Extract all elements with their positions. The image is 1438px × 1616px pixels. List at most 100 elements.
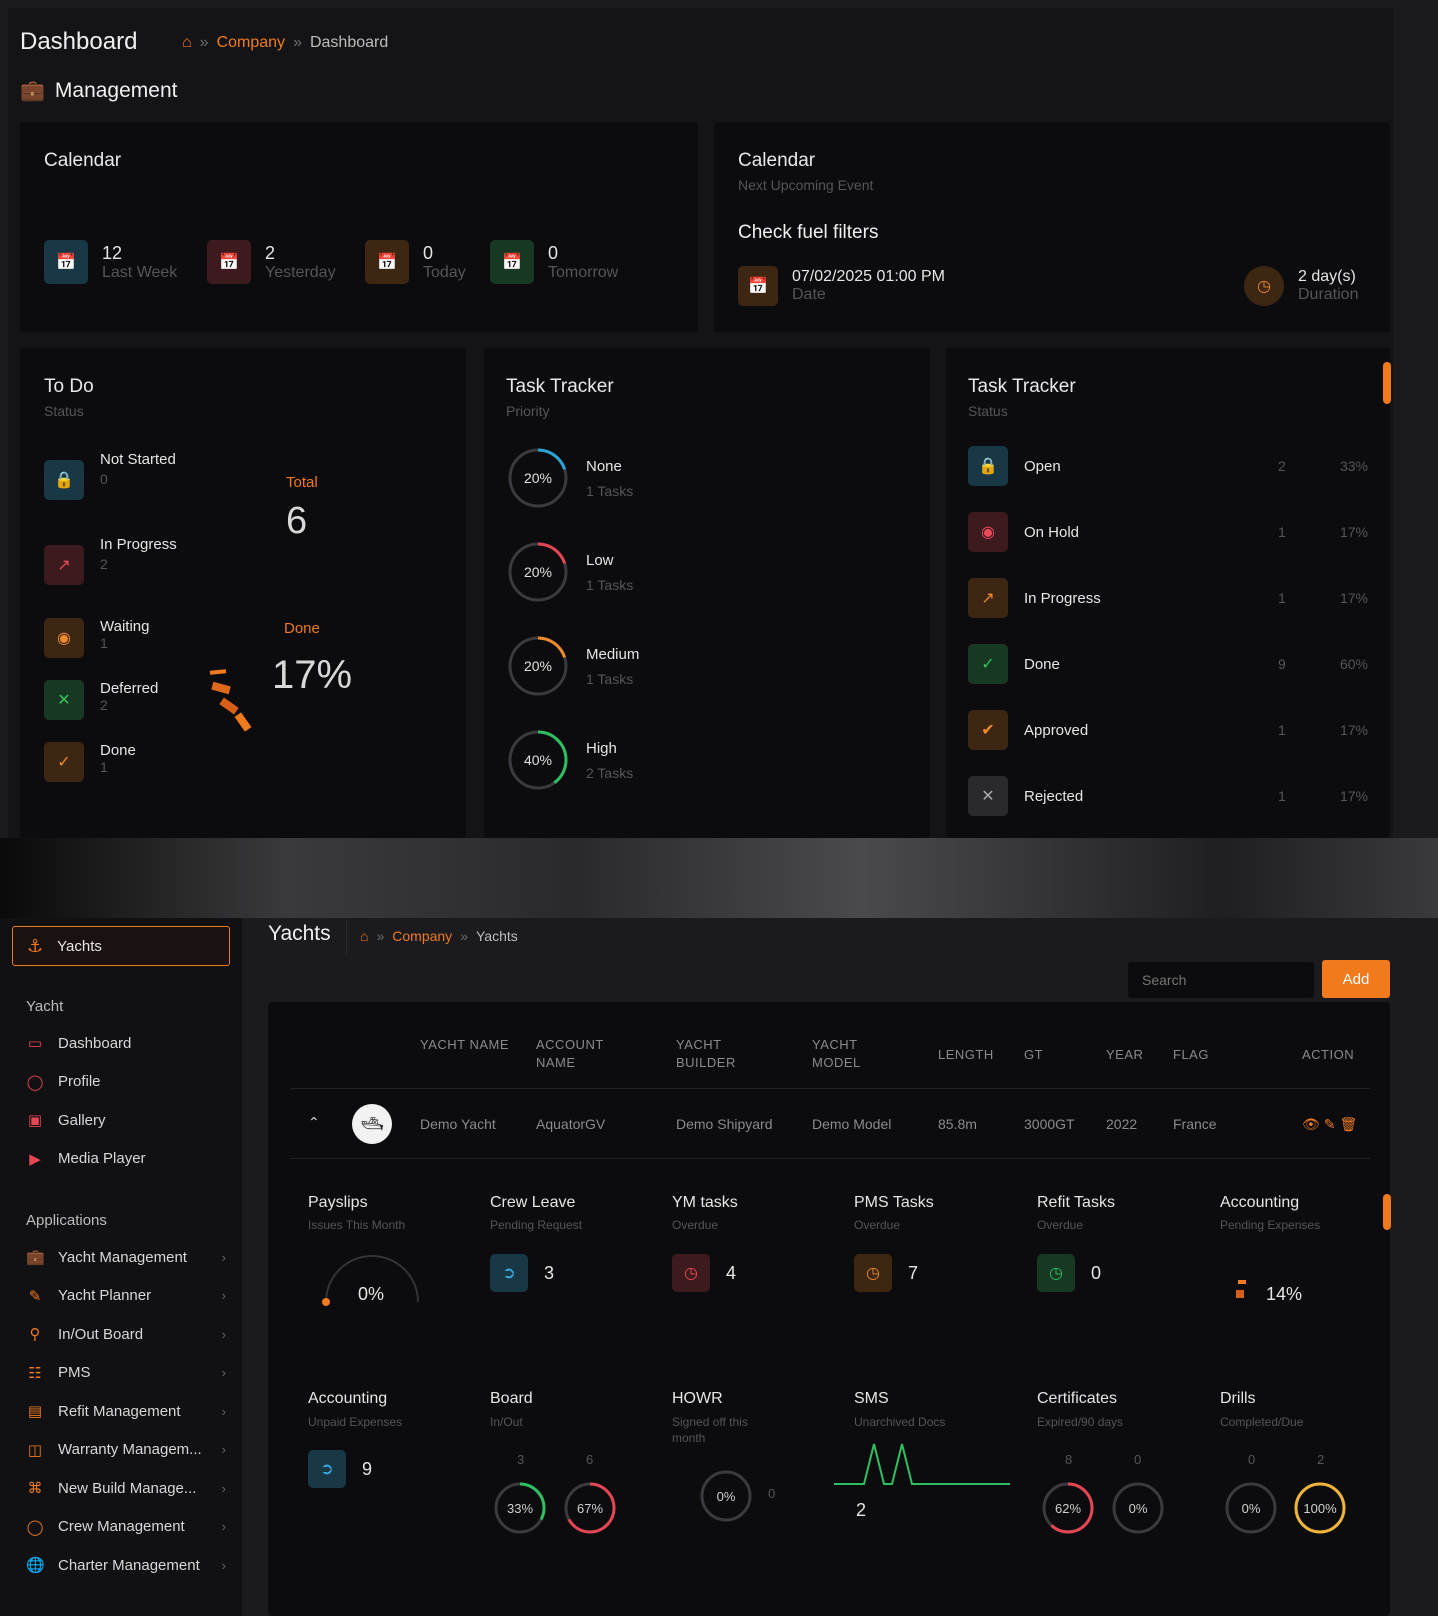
monitor-icon: ▭ <box>27 1035 43 1052</box>
sidebar-item[interactable]: ◯ Profile <box>26 1073 226 1091</box>
payslips-gauge <box>318 1250 428 1315</box>
widget-value: 4 <box>726 1262 737 1283</box>
breadcrumb-current: Yachts <box>475 928 518 944</box>
ring-count: 8 <box>1065 1452 1073 1467</box>
view-icon[interactable]: 👁 <box>1302 1116 1320 1133</box>
chevron-right-icon: › <box>221 1249 226 1265</box>
widget-value: 7 <box>908 1262 919 1283</box>
widget-subtitle: Overdue <box>672 1218 719 1232</box>
event-title: Check fuel filters <box>738 222 879 243</box>
sidebar-item[interactable]: 💼 Yacht Management › <box>26 1248 226 1267</box>
widget-subtitle: In/Out <box>490 1415 523 1429</box>
priority-ring: 20% <box>506 446 570 510</box>
status-count: 9 <box>1278 656 1286 672</box>
howr-ring: 0% <box>698 1468 754 1529</box>
sidebar-item-label: PMS <box>58 1364 91 1381</box>
ring-count: 0 <box>1248 1452 1256 1467</box>
priority-ring: 20% <box>506 634 570 698</box>
priority-ring: 20% <box>506 540 570 604</box>
search-input[interactable] <box>1128 962 1314 998</box>
pause-circle-icon: ◉ <box>968 512 1008 552</box>
sidebar-item[interactable]: ▭ Dashboard <box>26 1034 226 1053</box>
chevron-right-icon: › <box>221 1403 226 1419</box>
chevron-double-icon: » <box>199 34 209 51</box>
widget-value: 9 <box>362 1458 373 1479</box>
delete-icon[interactable]: 🗑 <box>1340 1116 1358 1133</box>
sidebar-item-label: Crew Management <box>58 1518 185 1535</box>
sidebar-item-label: Yacht Management <box>58 1248 187 1266</box>
section-title: Management <box>54 78 178 102</box>
widget-title: Certificates <box>1037 1390 1118 1407</box>
sidebar-item-label: Refit Management <box>58 1402 181 1420</box>
sidebar-item[interactable]: ▶ Media Player <box>26 1150 226 1168</box>
table-header: YACHT MODEL <box>812 1037 861 1070</box>
sidebar-item[interactable]: ◯ Crew Management › <box>26 1518 226 1536</box>
widget-title: Crew Leave <box>490 1194 576 1211</box>
clock-icon: ◷ <box>1244 266 1284 306</box>
widget-title: Drills <box>1220 1390 1256 1407</box>
ring-count: 3 <box>517 1452 525 1467</box>
priority-label: High <box>586 739 617 757</box>
status-label: Approved <box>1024 721 1089 739</box>
chevron-right-icon: › <box>221 1365 226 1380</box>
sidebar-item[interactable]: ⌘ New Build Manage... › <box>26 1479 227 1498</box>
scrollbar-thumb[interactable] <box>1383 1194 1391 1230</box>
sidebar-item[interactable]: ✎ Yacht Planner › <box>26 1287 226 1305</box>
home-icon[interactable]: ⌂ <box>360 928 368 944</box>
sidebar-item[interactable]: 🌐 Charter Management › <box>26 1556 226 1575</box>
task-priority-card: Task Tracker Priority 20% None 1 Tasks 20%… <box>484 348 930 838</box>
card-title: Task Tracker <box>968 376 1076 397</box>
chevron-right-icon: › <box>221 1480 226 1496</box>
check-circle-icon: ✓ <box>968 644 1008 684</box>
close-icon: ✕ <box>968 776 1008 816</box>
sidebar-item[interactable]: ◫ Warranty Managem... › <box>26 1441 226 1459</box>
breadcrumb-company[interactable]: Company <box>392 928 452 944</box>
add-button[interactable]: Add <box>1322 960 1390 998</box>
edit-icon[interactable]: ✎ <box>1324 1116 1336 1133</box>
trend-icon: ↗ <box>44 545 84 585</box>
status-percent: 17% <box>1339 722 1368 738</box>
widget-subtitle: Completed/Due <box>1220 1415 1304 1429</box>
status-count: 1 <box>1278 524 1286 540</box>
drills-completed-ring: 0% <box>1223 1480 1279 1541</box>
widget-subtitle: Pending Expenses <box>1220 1218 1321 1232</box>
priority-label: Medium <box>586 645 640 663</box>
table-cell: Demo Yacht <box>420 1116 496 1132</box>
briefcase-icon: 💼 <box>26 1249 45 1266</box>
video-icon: ▶ <box>29 1150 41 1168</box>
widget-title: Payslips <box>308 1194 368 1211</box>
status-percent: 60% <box>1339 656 1368 672</box>
sidebar-item-label: Profile <box>58 1073 101 1090</box>
sidebar-item[interactable]: ▤ Refit Management › <box>26 1402 226 1421</box>
status-count: 2 <box>1278 458 1286 474</box>
sidebar-item[interactable]: ⚲ In/Out Board › <box>26 1325 227 1344</box>
scrollbar-thumb[interactable] <box>1383 362 1391 404</box>
table-header: ACTION <box>1302 1047 1355 1062</box>
sidebar-item[interactable]: ▣ Gallery <box>26 1111 226 1130</box>
sidebar-item-label: Media Player <box>58 1150 146 1167</box>
shield-icon: ◫ <box>27 1441 43 1459</box>
todo-not-started: 🔒 Not Started 0 <box>44 448 180 500</box>
clock-icon: ◷ <box>854 1254 892 1292</box>
card-title: Task Tracker <box>506 376 614 397</box>
sidebar-item-label: Gallery <box>58 1111 106 1129</box>
chevron-right-icon: › <box>221 1326 226 1342</box>
priority-item: 40% High 2 Tasks <box>506 728 633 792</box>
chevron-right-icon: › <box>221 1557 226 1573</box>
chevron-up-icon[interactable]: ⌃ <box>308 1114 320 1131</box>
sidebar-item-label: Charter Management <box>58 1556 200 1574</box>
ring-count: 6 <box>586 1452 594 1467</box>
home-icon[interactable]: ⌂ <box>182 34 192 52</box>
clock-icon: ◷ <box>1037 1254 1075 1292</box>
breadcrumb-company[interactable]: Company <box>217 34 285 52</box>
table-header: YEAR <box>1106 1047 1144 1062</box>
card-subtitle: Status <box>44 403 84 419</box>
priority-text: Medium 1 Tasks <box>586 646 639 687</box>
sidebar-item[interactable]: ☷ PMS › <box>26 1364 226 1382</box>
card-title: To Do <box>44 376 94 397</box>
sidebar-item-yachts[interactable]: ⚓ Yachts <box>12 926 230 966</box>
svg-text:67%: 67% <box>577 1501 603 1516</box>
table-cell: AquatorGV <box>536 1116 606 1132</box>
widget-title: SMS <box>854 1390 889 1407</box>
priority-text: High 2 Tasks <box>586 740 633 781</box>
